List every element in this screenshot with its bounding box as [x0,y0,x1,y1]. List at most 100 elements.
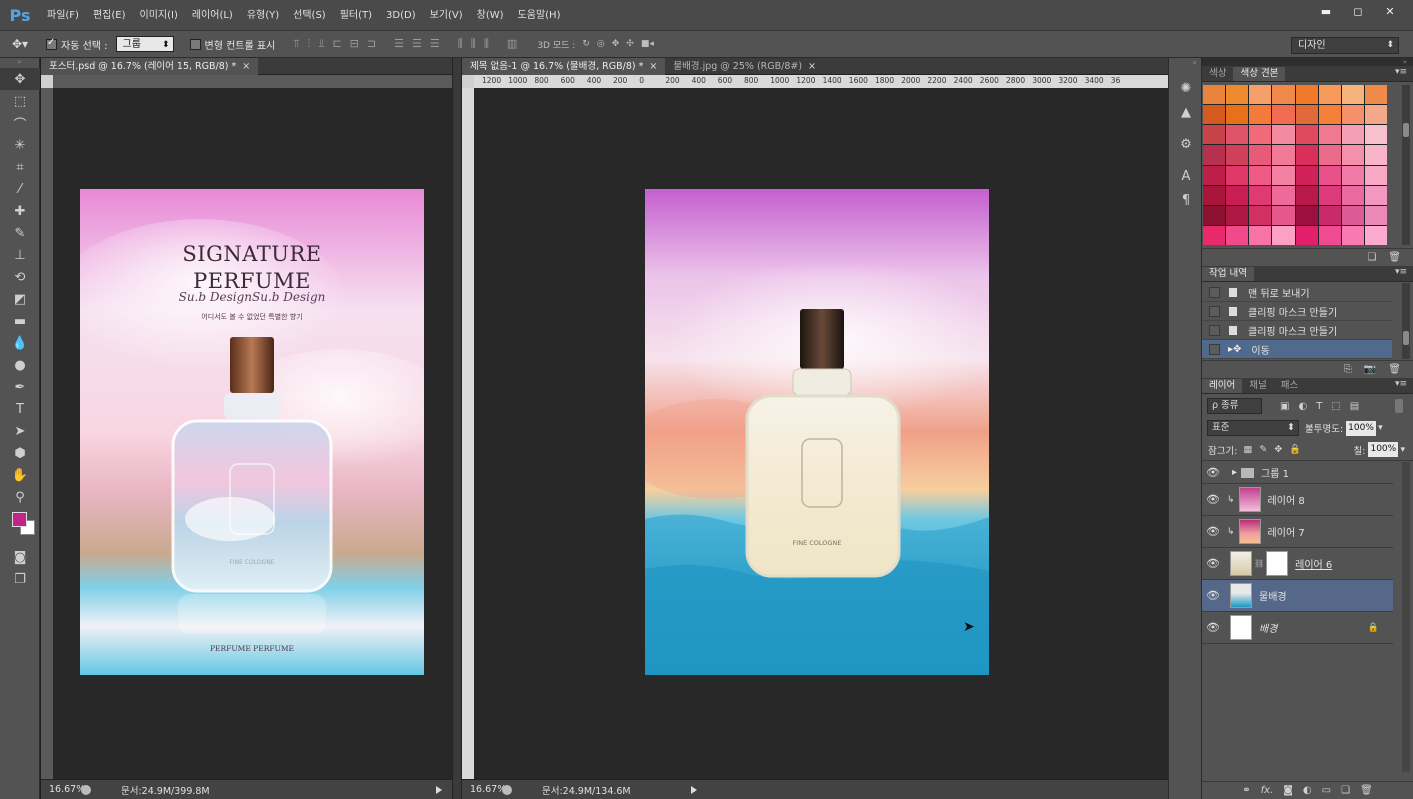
panels-collapse-icon[interactable]: » [1202,58,1413,66]
new-layer-icon[interactable]: ❏ [1341,785,1350,796]
color-swatch[interactable] [1226,185,1249,205]
color-swatch[interactable] [1341,165,1364,185]
tab-history[interactable]: 작업 내역 [1202,267,1254,281]
color-swatch[interactable] [1249,225,1272,245]
color-swatch[interactable] [1203,205,1226,225]
lock-position-icon[interactable]: ✥ [1274,444,1282,455]
menu-view[interactable]: 보기(V) [423,0,470,30]
minimize-button[interactable]: ▬ [1313,3,1339,21]
distribute-right-icon[interactable]: ⫼ [484,37,489,51]
color-swatch[interactable] [1249,185,1272,205]
crop-tool[interactable]: ⌗ [0,156,40,178]
color-swatch[interactable] [1318,105,1341,125]
eraser-tool[interactable]: ◩ [0,288,40,310]
color-swatch[interactable] [1341,125,1364,145]
status-menu-arrow-icon[interactable] [436,785,442,794]
color-swatch[interactable] [1318,165,1341,185]
info-icon[interactable] [81,784,91,795]
tab-swatches[interactable]: 색상 견본 [1233,67,1286,81]
menu-layer[interactable]: 레이어(L) [185,0,240,30]
doc-tab-poster[interactable]: 포스터.psd @ 16.7% (레이어 15, RGB/8) * × [41,58,259,75]
align-vcenter-icon[interactable]: ⫶ [308,37,311,51]
color-swatch[interactable] [1226,145,1249,165]
adjustment-icon[interactable]: ◐ [1303,785,1312,796]
tab-color[interactable]: 색상 [1202,67,1233,81]
zoom-tool[interactable]: ⚲ [0,486,40,508]
color-swatch[interactable] [1203,85,1226,105]
horizontal-ruler[interactable] [53,75,452,88]
doc-tab-untitled[interactable]: 제목 없음-1 @ 16.7% (물배경, RGB/8) * × [462,58,666,75]
color-swatch[interactable] [1272,225,1295,245]
menu-select[interactable]: 선택(S) [286,0,333,30]
color-swatch[interactable] [1295,105,1318,125]
tab-paths[interactable]: 패스 [1274,379,1305,393]
character-icon[interactable]: A [1169,164,1203,188]
menu-type[interactable]: 유형(Y) [240,0,286,30]
lock-transparency-icon[interactable]: ▦ [1243,444,1252,455]
quick-select-tool[interactable]: ✳ [0,134,40,156]
auto-select-checkbox[interactable] [46,37,57,50]
move-tool-icon[interactable]: ✥▾ [0,37,40,51]
menu-filter[interactable]: 필터(T) [333,0,379,30]
color-swatch[interactable] [1272,105,1295,125]
workspace-switcher[interactable]: 디자인 [1291,37,1399,54]
maximize-button[interactable]: ◻ [1345,3,1371,21]
snapshot-camera-icon[interactable]: 📷 [1364,364,1376,375]
auto-align-icon[interactable]: ▥ [507,37,517,51]
align-right-icon[interactable]: ⊐ [367,37,376,51]
color-swatch[interactable] [1364,205,1387,225]
paragraph-icon[interactable]: ¶ [1169,188,1203,212]
color-swatch[interactable] [1364,125,1387,145]
pane-splitter[interactable] [452,58,462,799]
layer-row[interactable]: 👁 배경 🔒 [1202,612,1393,644]
color-swatch[interactable] [1364,105,1387,125]
history-checkbox[interactable] [1209,343,1220,355]
color-swatch[interactable] [1249,85,1272,105]
screen-mode-tool[interactable]: ❐ [0,568,40,590]
status-menu-arrow-icon[interactable] [690,785,697,794]
color-swatch[interactable] [1249,125,1272,145]
color-swatch[interactable] [1226,205,1249,225]
visibility-eye-icon[interactable]: 👁 [1202,557,1224,570]
menu-help[interactable]: 도움말(H) [511,0,568,30]
panel-menu-icon[interactable]: ▾≡ [1395,67,1407,77]
color-swatch[interactable] [1272,185,1295,205]
3d-roll-icon[interactable]: ◎ [597,39,605,49]
filter-smart-icon[interactable]: ▤ [1350,401,1359,412]
visibility-eye-icon[interactable]: 👁 [1202,589,1224,602]
history-item[interactable]: 맨 뒤로 보내기 [1202,283,1392,302]
poster-canvas[interactable]: SIGNATURE PERFUME Su.b DesignSu.b Design… [80,189,424,675]
close-tab-icon[interactable]: × [242,61,250,72]
zoom-level[interactable]: 16.67% [462,784,506,795]
distribute-bottom-icon[interactable]: ☰ [430,37,440,51]
color-swatch[interactable] [1226,125,1249,145]
close-tab-icon[interactable]: × [808,61,816,72]
brush-preset-icon[interactable]: ✺ [1169,76,1203,100]
color-swatch[interactable] [1272,145,1295,165]
folder-icon[interactable]: ▭ [1322,785,1331,796]
pen-tool[interactable]: ✒ [0,376,40,398]
3d-rotate-icon[interactable]: ↻ [582,39,590,49]
color-swatch[interactable] [1364,165,1387,185]
brush-tool[interactable]: ✎ [0,222,40,244]
distribute-hcenter-icon[interactable]: ⫼ [471,37,476,51]
color-swatch[interactable] [1295,185,1318,205]
color-swatch[interactable] [1226,165,1249,185]
color-swatch[interactable] [1364,185,1387,205]
layer-row[interactable]: 👁 ↳ 레이어 7 [1202,516,1393,548]
shape-tool[interactable]: ⬢ [0,442,40,464]
lock-all-icon[interactable]: 🔒 [1289,444,1301,455]
path-select-tool[interactable]: ➤ [0,420,40,442]
color-swatch[interactable] [1249,165,1272,185]
untitled-canvas[interactable]: FINE COLOGNE ➤ [645,189,989,675]
color-swatch[interactable] [1341,225,1364,245]
fx-icon[interactable]: fx. [1261,785,1274,796]
align-hcenter-icon[interactable]: ⊟ [350,37,359,51]
color-swatch[interactable] [1295,145,1318,165]
panel-menu-icon[interactable]: ▾≡ [1395,379,1407,389]
vertical-ruler[interactable] [462,88,474,779]
history-brush-tool[interactable]: ⟲ [0,266,40,288]
filter-adjust-icon[interactable]: ◐ [1298,401,1307,412]
opacity-input[interactable]: 100% [1346,420,1377,436]
color-swatch[interactable] [1318,125,1341,145]
